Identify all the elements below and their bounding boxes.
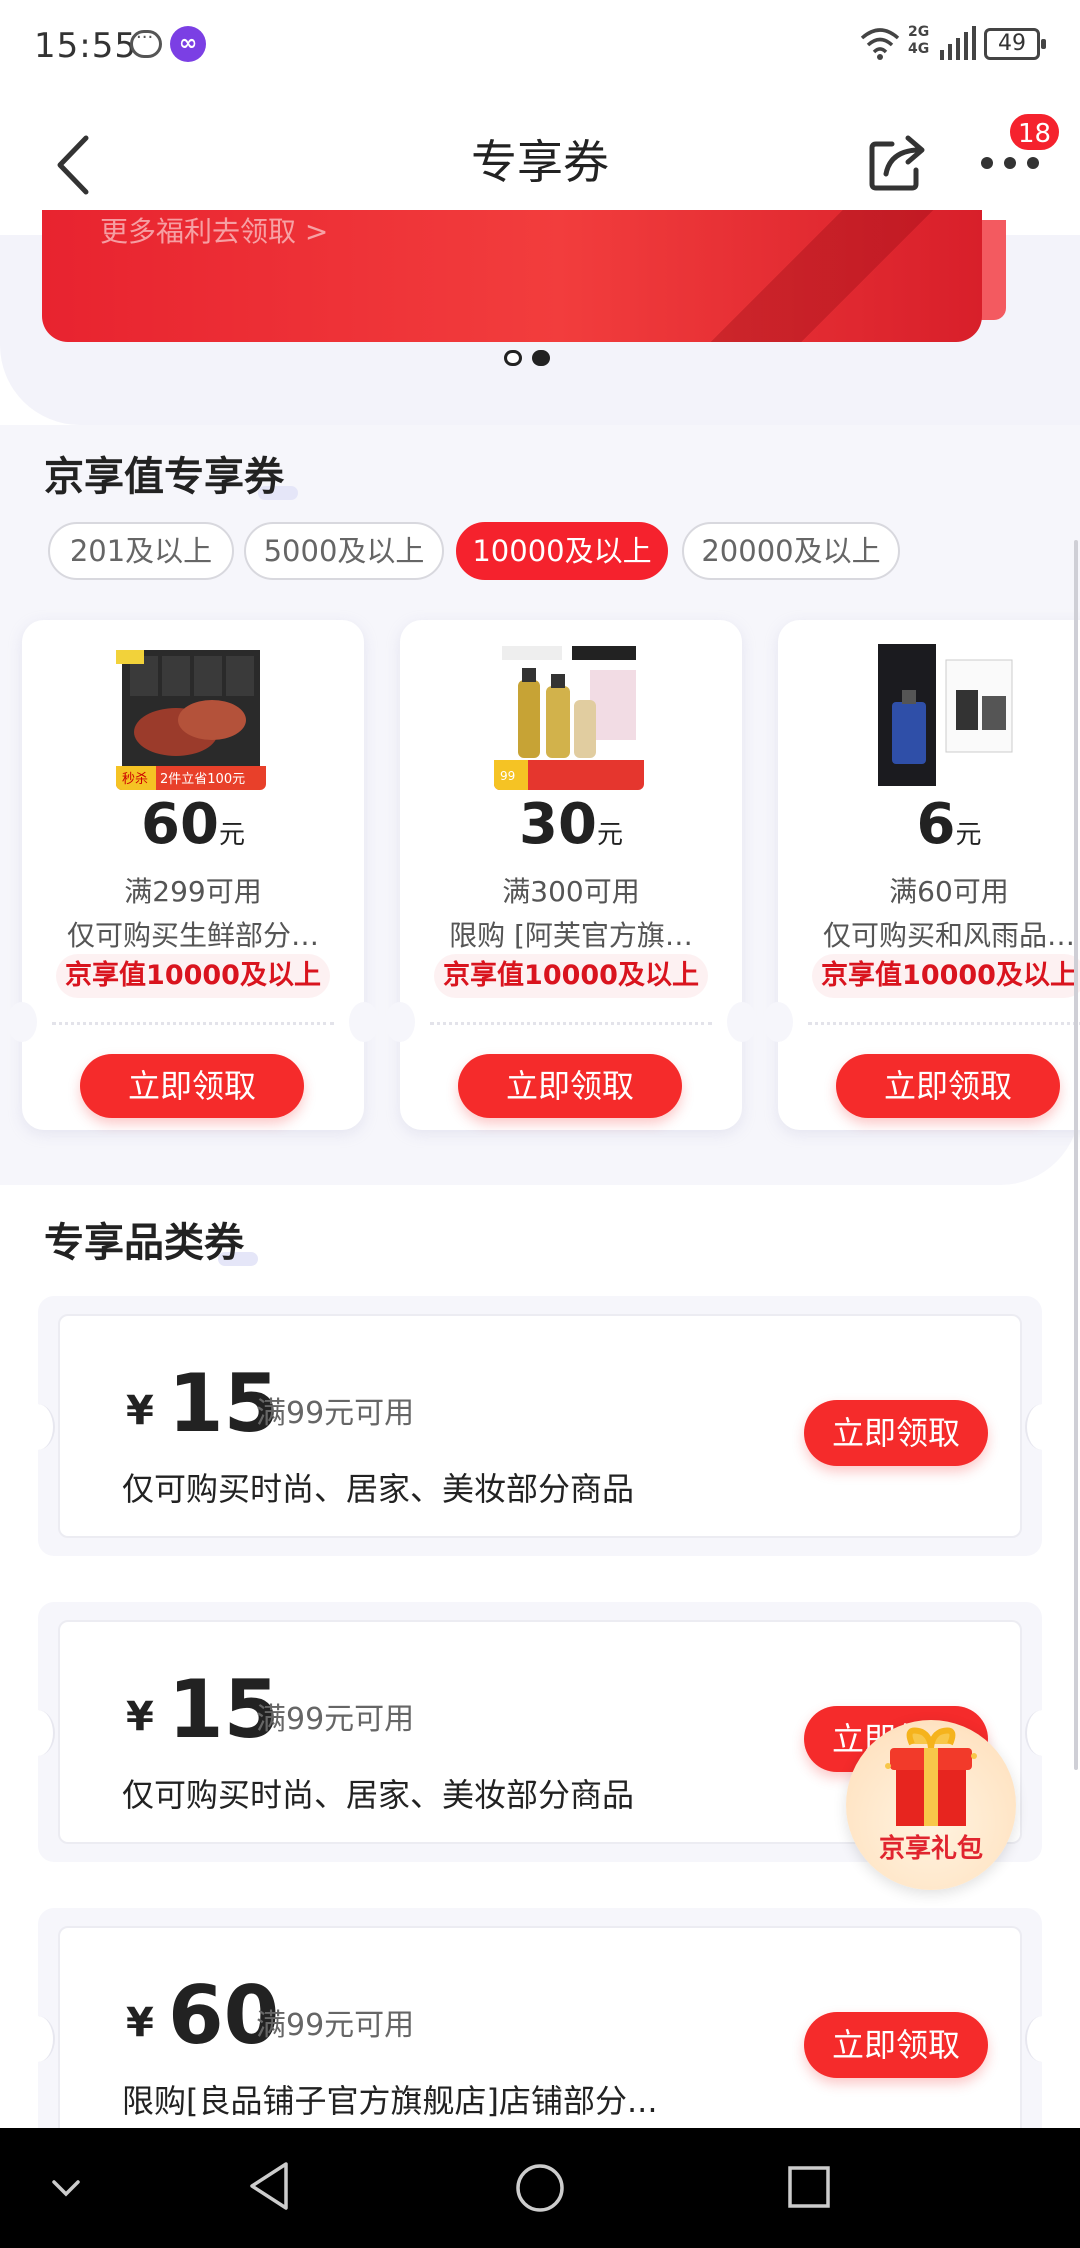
svg-text:2件立省100元: 2件立省100元 bbox=[160, 772, 245, 787]
coupon-scope: 限购[良品铺子官方旗舰店]店铺部分... bbox=[122, 2082, 658, 2120]
network-type: 2G 4G bbox=[908, 24, 930, 57]
scrollbar[interactable] bbox=[1074, 540, 1078, 1770]
chip-201[interactable]: 201及以上 bbox=[48, 522, 234, 580]
gift-pack-float-button[interactable]: 京享礼包 bbox=[846, 1720, 1016, 1890]
banner-decoration bbox=[662, 210, 982, 342]
carousel-dot-active bbox=[532, 350, 550, 366]
steak-product-image: 秒杀 2件立省100元 bbox=[116, 640, 266, 790]
card-divider bbox=[52, 1022, 334, 1025]
card-scope: 仅可购买生鲜部分… bbox=[66, 919, 319, 952]
perfume-product-image bbox=[872, 640, 1022, 790]
promo-banner[interactable]: 更多福利去领取 > bbox=[42, 210, 982, 342]
signal-icon bbox=[940, 26, 976, 60]
status-bar: 15:55 ∞ 2G4G 49 bbox=[0, 0, 1080, 90]
coupon-condition: 满99元可用 bbox=[256, 1396, 415, 1431]
wifi-icon bbox=[860, 28, 900, 60]
chevron-down-icon[interactable] bbox=[48, 2176, 84, 2200]
section-title-category: 专享品类券 bbox=[44, 1210, 258, 1268]
category-coupon[interactable]: ¥ 15 满99元可用 仅可购买时尚、居家、美妆部分商品 立即领取 bbox=[21, 1296, 1059, 1556]
card-amount: 6元 bbox=[916, 792, 982, 857]
coupon-body: ¥ 15 满99元可用 仅可购买时尚、居家、美妆部分商品 立即领取 bbox=[58, 1314, 1022, 1538]
nav-home-icon[interactable] bbox=[514, 2162, 566, 2214]
carousel-dot bbox=[504, 350, 522, 366]
card-scope: 仅可购买和风雨品… bbox=[822, 919, 1075, 952]
card-divider bbox=[808, 1022, 1080, 1025]
card-scope: 限购 [阿芙官方旗… bbox=[449, 919, 693, 952]
card-amount: 30元 bbox=[519, 792, 623, 857]
status-time: 15:55 bbox=[34, 26, 137, 66]
coupon-condition: 满99元可用 bbox=[256, 2008, 415, 2043]
coupon-card[interactable]: 6元 满60可用 仅可购买和风雨品… 京享值10000及以上 立即领取 bbox=[763, 620, 1080, 1130]
claim-button[interactable]: 立即领取 bbox=[458, 1054, 682, 1118]
claim-button[interactable]: 立即领取 bbox=[804, 2012, 988, 2078]
card-level-tag: 京享值10000及以上 bbox=[434, 954, 708, 998]
svg-text:99: 99 bbox=[500, 769, 515, 783]
card-level-tag: 京享值10000及以上 bbox=[812, 954, 1080, 998]
message-icon bbox=[130, 27, 162, 58]
battery-icon: 49 bbox=[984, 28, 1046, 60]
section-title-jingxiang: 京享值专享券 bbox=[44, 444, 298, 502]
nav-recents-icon[interactable] bbox=[786, 2164, 832, 2210]
card-condition: 满300可用 bbox=[502, 875, 640, 908]
card-condition: 满299可用 bbox=[124, 875, 262, 908]
oil-product-image: 99 bbox=[494, 640, 644, 790]
chip-20000[interactable]: 20000及以上 bbox=[682, 522, 900, 580]
card-amount: 60元 bbox=[141, 792, 245, 857]
gift-box-icon bbox=[885, 1727, 977, 1826]
nav-back-icon[interactable] bbox=[246, 2160, 294, 2212]
notification-badge: 18 bbox=[1008, 112, 1062, 152]
coupon-condition: 满99元可用 bbox=[256, 1702, 415, 1737]
coupon-scope: 仅可购买时尚、居家、美妆部分商品 bbox=[122, 1776, 635, 1814]
card-condition: 满60可用 bbox=[889, 875, 1009, 908]
coupon-body: ¥ 60 满99元可用 限购[良品铺子官方旗舰店]店铺部分... 立即领取 bbox=[58, 1926, 1022, 2150]
svg-text:秒杀: 秒杀 bbox=[122, 772, 148, 787]
banner-text: 更多福利去领取 > bbox=[100, 215, 329, 248]
currency-symbol: ¥ bbox=[126, 1694, 154, 1740]
share-icon[interactable] bbox=[866, 130, 930, 194]
currency-symbol: ¥ bbox=[126, 2000, 154, 2046]
coupon-scope: 仅可购买时尚、居家、美妆部分商品 bbox=[122, 1470, 635, 1508]
claim-button[interactable]: 立即领取 bbox=[80, 1054, 304, 1118]
currency-symbol: ¥ bbox=[126, 1388, 154, 1434]
system-nav-bar bbox=[0, 2128, 1080, 2248]
claim-button[interactable]: 立即领取 bbox=[836, 1054, 1060, 1118]
carousel-indicator bbox=[504, 350, 564, 366]
gift-label: 京享礼包 bbox=[878, 1834, 983, 1864]
coupon-card[interactable]: 秒杀 2件立省100元 60元 满299可用 仅可购买生鲜部分… 京享值1000… bbox=[7, 620, 379, 1130]
coupon-card[interactable]: 99 30元 满300可用 限购 [阿芙官方旗… 京享值10000及以上 立即领… bbox=[385, 620, 757, 1130]
chip-10000[interactable]: 10000及以上 bbox=[456, 522, 668, 580]
card-level-tag: 京享值10000及以上 bbox=[56, 954, 330, 998]
app-notification-icon: ∞ bbox=[170, 26, 206, 62]
section-title-text: 专享品类券 bbox=[44, 1220, 244, 1266]
claim-button[interactable]: 立即领取 bbox=[804, 1400, 988, 1466]
card-divider bbox=[430, 1022, 712, 1025]
chip-5000[interactable]: 5000及以上 bbox=[244, 522, 444, 580]
section-title-text: 京享值专享券 bbox=[44, 454, 284, 500]
